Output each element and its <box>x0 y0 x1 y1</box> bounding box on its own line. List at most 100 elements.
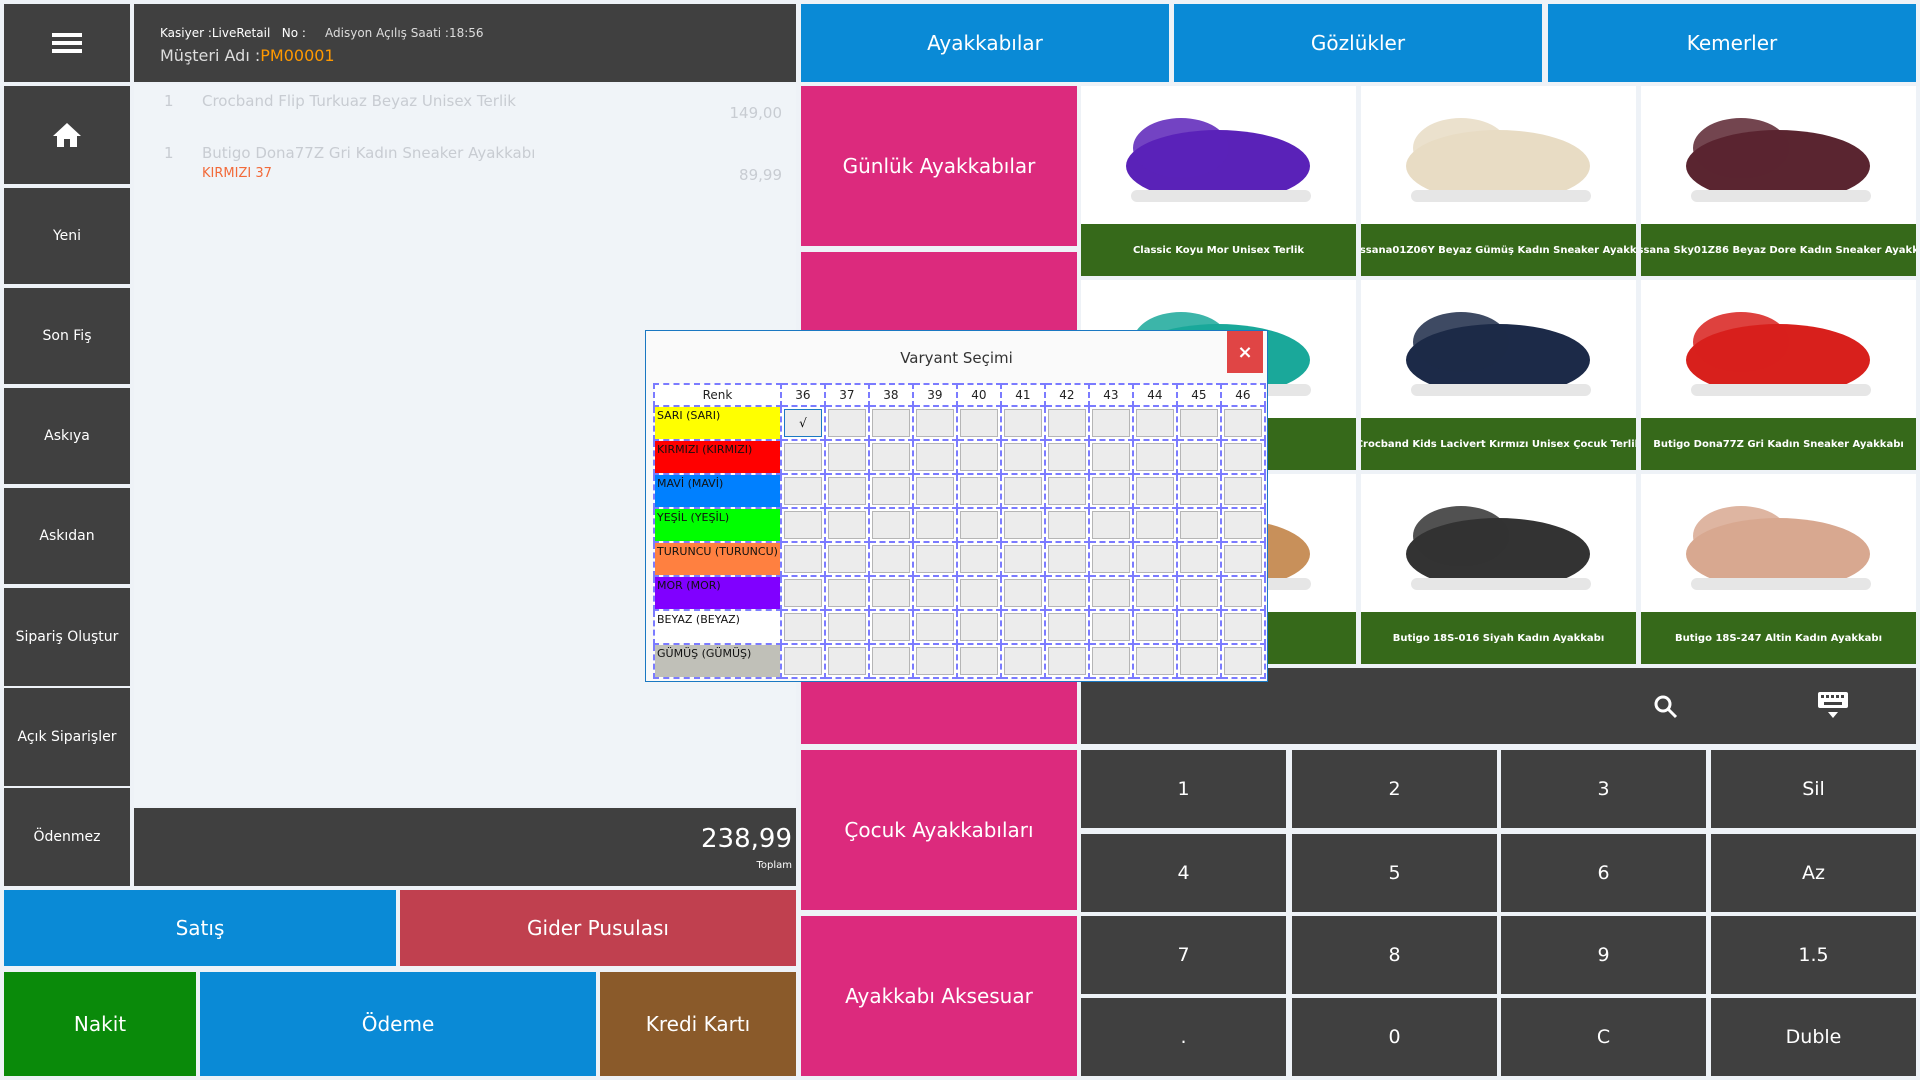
sidebar-item-7[interactable]: Açık Siparişler <box>4 688 130 786</box>
variant-cell[interactable] <box>783 443 822 471</box>
variant-cell[interactable] <box>959 443 998 471</box>
variant-cell[interactable] <box>827 545 866 573</box>
variant-cell[interactable] <box>871 613 910 641</box>
variant-cell[interactable] <box>1223 613 1262 641</box>
numpad-key[interactable]: 6 <box>1501 834 1706 912</box>
variant-cell[interactable] <box>1135 409 1174 437</box>
variant-cell[interactable] <box>1135 545 1174 573</box>
variant-cell[interactable] <box>1223 477 1262 505</box>
variant-cell[interactable] <box>915 443 954 471</box>
variant-cell[interactable] <box>871 511 910 539</box>
credit-card-button[interactable]: Kredi Kartı <box>600 972 796 1076</box>
variant-cell[interactable] <box>1003 409 1042 437</box>
variant-cell[interactable] <box>827 511 866 539</box>
sidebar-item-4[interactable]: Askıya <box>4 388 130 484</box>
payment-button[interactable]: Ödeme <box>200 972 596 1076</box>
variant-cell[interactable] <box>1091 647 1130 675</box>
sidebar-item-3[interactable]: Son Fiş <box>4 288 130 384</box>
variant-cell[interactable] <box>1091 477 1130 505</box>
search-icon[interactable] <box>1653 694 1679 720</box>
variant-cell[interactable] <box>783 511 822 539</box>
variant-cell[interactable] <box>871 409 910 437</box>
sidebar-item-0[interactable] <box>4 4 130 82</box>
numpad-key[interactable]: 4 <box>1081 834 1286 912</box>
variant-cell[interactable] <box>827 613 866 641</box>
variant-cell[interactable] <box>915 613 954 641</box>
variant-cell[interactable] <box>959 477 998 505</box>
numpad-key[interactable]: 3 <box>1501 750 1706 828</box>
variant-cell[interactable] <box>783 477 822 505</box>
product-tile[interactable]: Butigo Dona77Z Gri Kadın Sneaker Ayakkab… <box>1641 280 1916 470</box>
numpad-key[interactable]: 2 <box>1292 750 1497 828</box>
variant-cell[interactable] <box>1091 443 1130 471</box>
variant-cell[interactable] <box>1003 477 1042 505</box>
product-tile[interactable]: Classic Koyu Mor Unisex Terlik <box>1081 86 1356 276</box>
variant-cell[interactable] <box>1223 409 1262 437</box>
numpad-key[interactable]: Sil <box>1711 750 1916 828</box>
product-tile[interactable]: Butigo 18S-016 Siyah Kadın Ayakkabı <box>1361 474 1636 664</box>
numpad-key[interactable]: 1.5 <box>1711 916 1916 994</box>
variant-cell[interactable] <box>1179 647 1218 675</box>
subcategory-button-0[interactable]: Günlük Ayakkabılar <box>801 86 1077 246</box>
variant-cell[interactable] <box>827 477 866 505</box>
numpad-key[interactable]: 9 <box>1501 916 1706 994</box>
variant-cell[interactable] <box>1135 477 1174 505</box>
numpad-key[interactable]: 1 <box>1081 750 1286 828</box>
variant-cell[interactable] <box>827 579 866 607</box>
variant-cell[interactable] <box>871 579 910 607</box>
product-tile[interactable]: Crocband Kids Lacivert Kırmızı Unisex Ço… <box>1361 280 1636 470</box>
subcategory-button-5[interactable]: Ayakkabı Aksesuar <box>801 916 1077 1076</box>
variant-cell[interactable] <box>1179 579 1218 607</box>
variant-cell[interactable] <box>1003 647 1042 675</box>
numpad-key[interactable]: 8 <box>1292 916 1497 994</box>
variant-cell[interactable] <box>1223 443 1262 471</box>
numpad-key[interactable]: Duble <box>1711 998 1916 1076</box>
variant-cell[interactable] <box>1135 579 1174 607</box>
variant-cell[interactable] <box>1091 579 1130 607</box>
variant-cell[interactable] <box>783 613 822 641</box>
variant-cell[interactable] <box>1091 409 1130 437</box>
variant-cell[interactable] <box>1003 443 1042 471</box>
product-tile[interactable]: Butigo 18S-247 Altin Kadın Ayakkabı <box>1641 474 1916 664</box>
sidebar-item-8[interactable]: Ödenmez <box>4 788 130 886</box>
variant-cell[interactable] <box>1047 579 1086 607</box>
variant-cell[interactable] <box>959 647 998 675</box>
variant-cell[interactable] <box>1047 409 1086 437</box>
variant-cell[interactable] <box>915 647 954 675</box>
variant-cell[interactable] <box>783 647 822 675</box>
product-tile[interactable]: Massana01Z06Y Beyaz Gümüş Kadın Sneaker … <box>1361 86 1636 276</box>
variant-cell[interactable] <box>827 647 866 675</box>
variant-cell[interactable] <box>959 579 998 607</box>
sidebar-item-5[interactable]: Askıdan <box>4 488 130 584</box>
variant-cell[interactable] <box>827 409 866 437</box>
numpad-key[interactable]: . <box>1081 998 1286 1076</box>
variant-cell[interactable] <box>1223 579 1262 607</box>
variant-cell[interactable] <box>1135 647 1174 675</box>
sidebar-item-2[interactable]: Yeni <box>4 188 130 284</box>
numpad-key[interactable]: Az <box>1711 834 1916 912</box>
variant-cell[interactable] <box>1223 511 1262 539</box>
variant-cell[interactable] <box>1003 511 1042 539</box>
variant-cell[interactable] <box>1179 545 1218 573</box>
sidebar-item-6[interactable]: Sipariş Oluştur <box>4 588 130 686</box>
variant-cell[interactable] <box>1135 511 1174 539</box>
cash-button[interactable]: Nakit <box>4 972 196 1076</box>
variant-cell[interactable] <box>1179 511 1218 539</box>
variant-cell[interactable] <box>1047 647 1086 675</box>
variant-cell[interactable] <box>959 511 998 539</box>
sidebar-item-1[interactable] <box>4 86 130 184</box>
variant-cell[interactable] <box>1091 511 1130 539</box>
variant-cell[interactable] <box>1223 545 1262 573</box>
variant-cell[interactable] <box>1179 409 1218 437</box>
variant-cell[interactable] <box>783 579 822 607</box>
variant-cell[interactable] <box>1179 477 1218 505</box>
variant-cell[interactable] <box>959 545 998 573</box>
keyboard-icon[interactable] <box>1817 690 1849 720</box>
variant-cell[interactable] <box>1047 545 1086 573</box>
variant-cell[interactable] <box>915 409 954 437</box>
variant-cell[interactable] <box>1047 443 1086 471</box>
variant-cell[interactable] <box>915 477 954 505</box>
numpad-key[interactable]: 5 <box>1292 834 1497 912</box>
numpad-key[interactable]: 7 <box>1081 916 1286 994</box>
variant-cell[interactable] <box>959 613 998 641</box>
